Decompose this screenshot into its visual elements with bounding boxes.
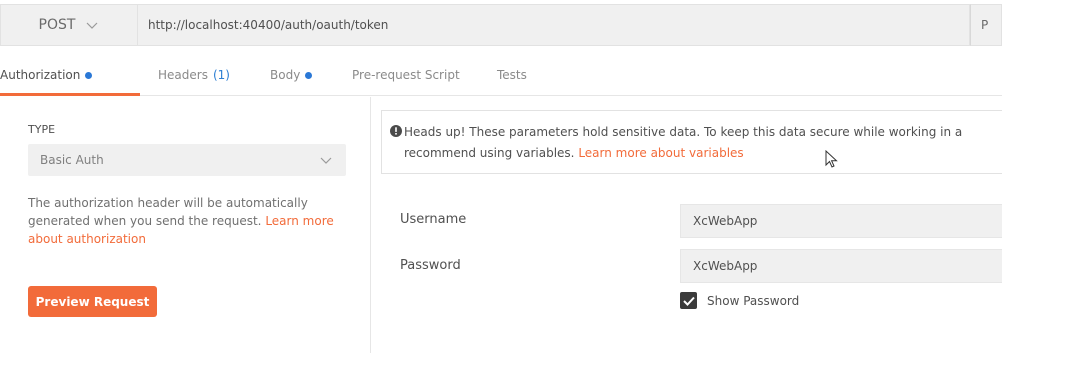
request-tabs: Authorization Headers (1) Body Pre-reque… [0, 58, 1002, 96]
active-tab-indicator [0, 93, 140, 96]
username-input[interactable]: XcWebApp [680, 204, 1002, 238]
tab-pre-request-script[interactable]: Pre-request Script [352, 68, 460, 82]
learn-more-variables-link[interactable]: Learn more about variables [578, 146, 743, 160]
tab-body[interactable]: Body [270, 68, 313, 82]
username-label: Username [400, 212, 467, 227]
checkmark-icon [682, 296, 695, 306]
auth-type-value: Basic Auth [40, 153, 104, 167]
chevron-down-icon [87, 22, 98, 29]
show-password-toggle[interactable]: Show Password [680, 292, 799, 309]
url-input[interactable]: http://localhost:40400/auth/oauth/token [138, 4, 970, 46]
show-password-checkbox[interactable] [680, 292, 697, 309]
info-icon [390, 125, 402, 137]
chevron-down-icon [320, 157, 332, 164]
tab-authorization[interactable]: Authorization [0, 68, 93, 82]
preview-request-button[interactable]: Preview Request [28, 286, 157, 317]
tab-count: (1) [212, 68, 230, 82]
tab-label: Authorization [0, 68, 81, 82]
show-password-label: Show Password [707, 293, 800, 308]
auth-type-select[interactable]: Basic Auth [28, 144, 346, 176]
tab-label: Pre-request Script [352, 68, 460, 82]
tab-headers[interactable]: Headers (1) [158, 68, 230, 82]
method-select[interactable]: POST [0, 4, 138, 46]
modified-dot-icon [305, 71, 313, 79]
alert-text-continued: recommend using variables. [404, 146, 579, 160]
tab-label: Tests [497, 68, 527, 82]
tab-label: Headers [158, 68, 208, 82]
url-bar: POST http://localhost:40400/auth/oauth/t… [0, 4, 1002, 46]
type-label: TYPE [28, 123, 56, 136]
method-label: POST [38, 17, 76, 33]
password-input[interactable]: XcWebApp [680, 249, 1002, 283]
sensitive-data-alert: Heads up! These parameters hold sensitiv… [381, 110, 1002, 174]
auth-type-panel: TYPE Basic Auth The authorization header… [0, 97, 371, 353]
tab-tests[interactable]: Tests [497, 68, 527, 82]
params-button[interactable]: P [970, 4, 1002, 46]
modified-dot-icon [85, 71, 93, 79]
alert-text-2: recommend using variables. Learn more ab… [404, 143, 1002, 164]
alert-text: Heads up! These parameters hold sensitiv… [404, 125, 963, 139]
tab-label: Body [270, 68, 301, 82]
password-label: Password [400, 258, 461, 273]
auth-description: The authorization header will be automat… [28, 194, 348, 248]
mouse-cursor-icon [825, 150, 838, 168]
